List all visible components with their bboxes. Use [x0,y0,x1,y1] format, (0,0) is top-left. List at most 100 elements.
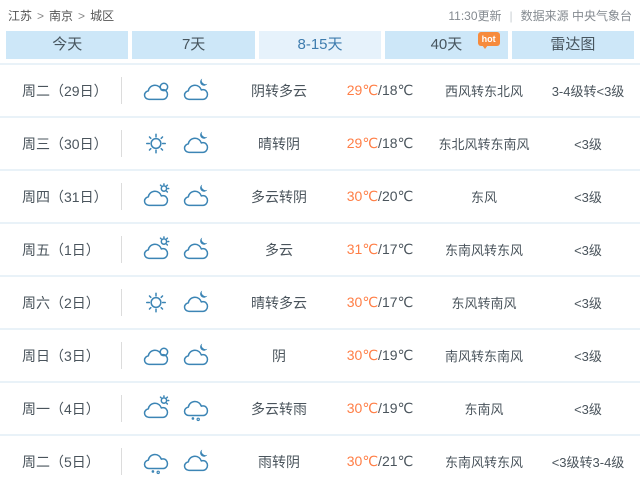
wind-direction: 东南风转东风 [432,240,536,259]
forecast-row: 周二（5日） 雨转阴 30℃/21℃ 东南风转东风 <3级转3-4级 [0,434,640,487]
weather-icons [121,224,230,275]
weather-text: 多云转阴 [230,187,328,207]
temp-range: 30℃/19℃ [328,347,432,364]
cloud-icon [141,342,171,369]
weather-icons [121,383,230,434]
weather-text: 晴转阴 [230,134,328,154]
wind-scale: <3级 [536,399,640,418]
wind-scale: 3-4级转<3级 [536,81,640,100]
wind-scale: <3级 [536,134,640,153]
cloud-moon-icon [181,289,211,316]
temp-range: 29℃/18℃ [328,82,432,99]
wind-scale: <3级 [536,187,640,206]
temp-low: 19℃ [382,400,413,416]
breadcrumb-separator: > [78,9,85,23]
sun-icon [141,130,171,157]
temp-range: 29℃/18℃ [328,135,432,152]
tab-40days[interactable]: 40天 hot [385,31,507,59]
forecast-row: 周一（4日） 多云转雨 30℃/19℃ 东南风 <3级 [0,381,640,434]
cloud-moon-icon [181,183,211,210]
sun-icon [141,289,171,316]
day-label: 周二（29日） [0,81,121,101]
cloud-rain-icon [181,395,211,422]
wind-scale: <3级 [536,293,640,312]
wind-scale: <3级转3-4级 [536,452,640,471]
cloud-moon-icon [181,236,211,263]
forecast-row: 周二（29日） 阴转多云 29℃/18℃ 西风转东北风 3-4级转<3级 [0,63,640,116]
breadcrumb: 江苏 > 南京 > 城区 [8,7,114,24]
wind-direction: 西风转东北风 [432,81,536,100]
wind-direction: 东北风转东南风 [432,134,536,153]
temp-low: 20℃ [382,188,413,204]
temp-high: 29℃ [347,135,378,151]
temp-low: 18℃ [382,135,413,151]
temp-range: 30℃/20℃ [328,188,432,205]
day-label: 周三（30日） [0,134,121,154]
temp-high: 30℃ [347,400,378,416]
tab-radar[interactable]: 雷达图 [512,31,634,59]
update-info: 11:30更新 | 数据来源 中央气象台 [448,7,632,24]
forecast-row: 周四（31日） 多云转阴 30℃/20℃ 东风 <3级 [0,169,640,222]
wind-direction: 东南风转东风 [432,452,536,471]
tab-8-15days[interactable]: 8-15天 [259,31,381,59]
day-label: 周日（3日） [0,346,121,366]
temp-high: 30℃ [347,453,378,469]
cloud-sun-icon [141,395,171,422]
weather-text: 多云 [230,240,328,260]
breadcrumb-separator: > [37,9,44,23]
forecast-row: 周三（30日） 晴转阴 29℃/18℃ 东北风转东南风 <3级 [0,116,640,169]
cloud-moon-icon [181,130,211,157]
weather-text: 阴 [230,346,328,366]
cloud-sun-icon [141,236,171,263]
hot-badge: hot [478,32,500,46]
cloud-moon-icon [181,77,211,104]
forecast-row: 周五（1日） 多云 31℃/17℃ 东南风转东风 <3级 [0,222,640,275]
day-label: 周五（1日） [0,240,121,260]
temp-range: 30℃/17℃ [328,294,432,311]
forecast-row: 周日（3日） 阴 30℃/19℃ 南风转东南风 <3级 [0,328,640,381]
temp-low: 21℃ [382,453,413,469]
temp-low: 19℃ [382,347,413,363]
weather-text: 阴转多云 [230,81,328,101]
cloud-icon [141,77,171,104]
weather-icons [121,330,230,381]
day-label: 周六（2日） [0,293,121,313]
cloud-rain-icon [141,448,171,475]
temp-high: 30℃ [347,188,378,204]
weather-text: 多云转雨 [230,399,328,419]
temp-range: 30℃/21℃ [328,453,432,470]
breadcrumb-item-district: 城区 [90,7,114,24]
day-label: 周四（31日） [0,187,121,207]
weather-icons [121,277,230,328]
temp-low: 17℃ [382,241,413,257]
cloud-sun-icon [141,183,171,210]
wind-direction: 南风转东南风 [432,346,536,365]
forecast-table: 周二（29日） 阴转多云 29℃/18℃ 西风转东北风 3-4级转<3级 周三（… [0,63,640,487]
cloud-moon-icon [181,342,211,369]
weather-text: 晴转多云 [230,293,328,313]
weather-icons [121,65,230,116]
wind-direction: 东风 [432,187,536,206]
cloud-moon-icon [181,448,211,475]
breadcrumb-item-city[interactable]: 南京 [49,7,73,24]
forecast-row: 周六（2日） 晴转多云 30℃/17℃ 东风转南风 <3级 [0,275,640,328]
temp-high: 29℃ [347,82,378,98]
temp-high: 30℃ [347,347,378,363]
weather-icons [121,118,230,169]
update-time: 11:30更新 [448,7,501,24]
temp-high: 31℃ [347,241,378,257]
temp-low: 18℃ [382,82,413,98]
temp-range: 31℃/17℃ [328,241,432,258]
tab-7days[interactable]: 7天 [132,31,254,59]
tab-today[interactable]: 今天 [6,31,128,59]
weather-icons [121,436,230,487]
weather-icons [121,171,230,222]
top-bar: 江苏 > 南京 > 城区 11:30更新 | 数据来源 中央气象台 [0,0,640,29]
temp-low: 17℃ [382,294,413,310]
breadcrumb-item-province[interactable]: 江苏 [8,7,32,24]
wind-direction: 东风转南风 [432,293,536,312]
temp-range: 30℃/19℃ [328,400,432,417]
wind-direction: 东南风 [432,399,536,418]
wind-scale: <3级 [536,240,640,259]
wind-scale: <3级 [536,346,640,365]
